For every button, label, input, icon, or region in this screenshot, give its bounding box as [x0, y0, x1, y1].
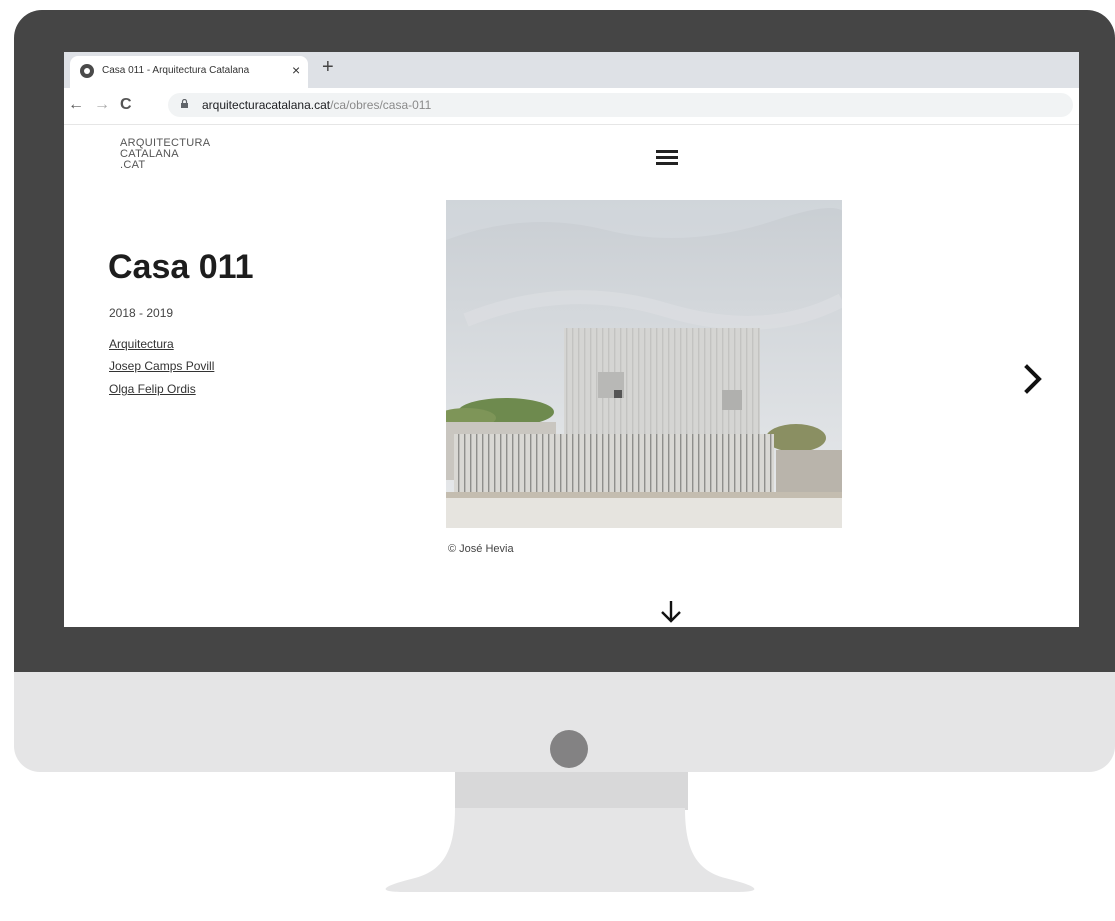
chevron-right-icon[interactable] [1024, 364, 1042, 394]
credit-link-architect[interactable]: Olga Felip Ordis [109, 382, 196, 396]
monitor-logo-dot [550, 730, 588, 768]
monitor-neck [455, 772, 688, 810]
forward-button[interactable]: → [94, 96, 110, 114]
tab-strip: Casa 011 - Arquitectura Catalana × + [64, 52, 1079, 88]
browser-screen: Casa 011 - Arquitectura Catalana × + ← →… [64, 52, 1079, 627]
credit-link-category[interactable]: Arquitectura [109, 337, 174, 351]
logo-line: .CAT [120, 159, 146, 171]
reload-button[interactable]: C [120, 96, 132, 114]
lock-icon [181, 99, 188, 108]
url-domain: arquitecturacatalana.cat [202, 98, 331, 112]
back-button[interactable]: ← [68, 96, 84, 114]
url-text: arquitecturacatalana.cat/ca/obres/casa-0… [202, 98, 431, 112]
arrow-down-icon[interactable] [660, 600, 682, 624]
tab-title: Casa 011 - Arquitectura Catalana [102, 65, 250, 76]
browser-toolbar: ← → C arquitecturacatalana.cat/ca/obres/… [64, 88, 1079, 125]
new-tab-button[interactable]: + [322, 56, 334, 79]
work-years: 2018 - 2019 [109, 306, 174, 320]
address-bar[interactable]: arquitecturacatalana.cat/ca/obres/casa-0… [168, 93, 1073, 117]
site-favicon-icon [80, 64, 94, 78]
house-photo [446, 200, 842, 528]
credit-link-architect[interactable]: Josep Camps Povill [109, 359, 214, 373]
photo-credit: © José Hevia [448, 543, 514, 555]
site-logo[interactable]: ARQUITECTURA CATALANA .CAT [120, 138, 210, 171]
monitor-stand [385, 808, 755, 892]
tab-close-icon[interactable]: × [292, 62, 300, 78]
page-title: Casa 011 [108, 248, 254, 286]
hamburger-icon[interactable] [656, 150, 678, 166]
url-path: /ca/obres/casa-011 [330, 98, 432, 112]
browser-tab[interactable]: Casa 011 - Arquitectura Catalana × [70, 56, 308, 88]
